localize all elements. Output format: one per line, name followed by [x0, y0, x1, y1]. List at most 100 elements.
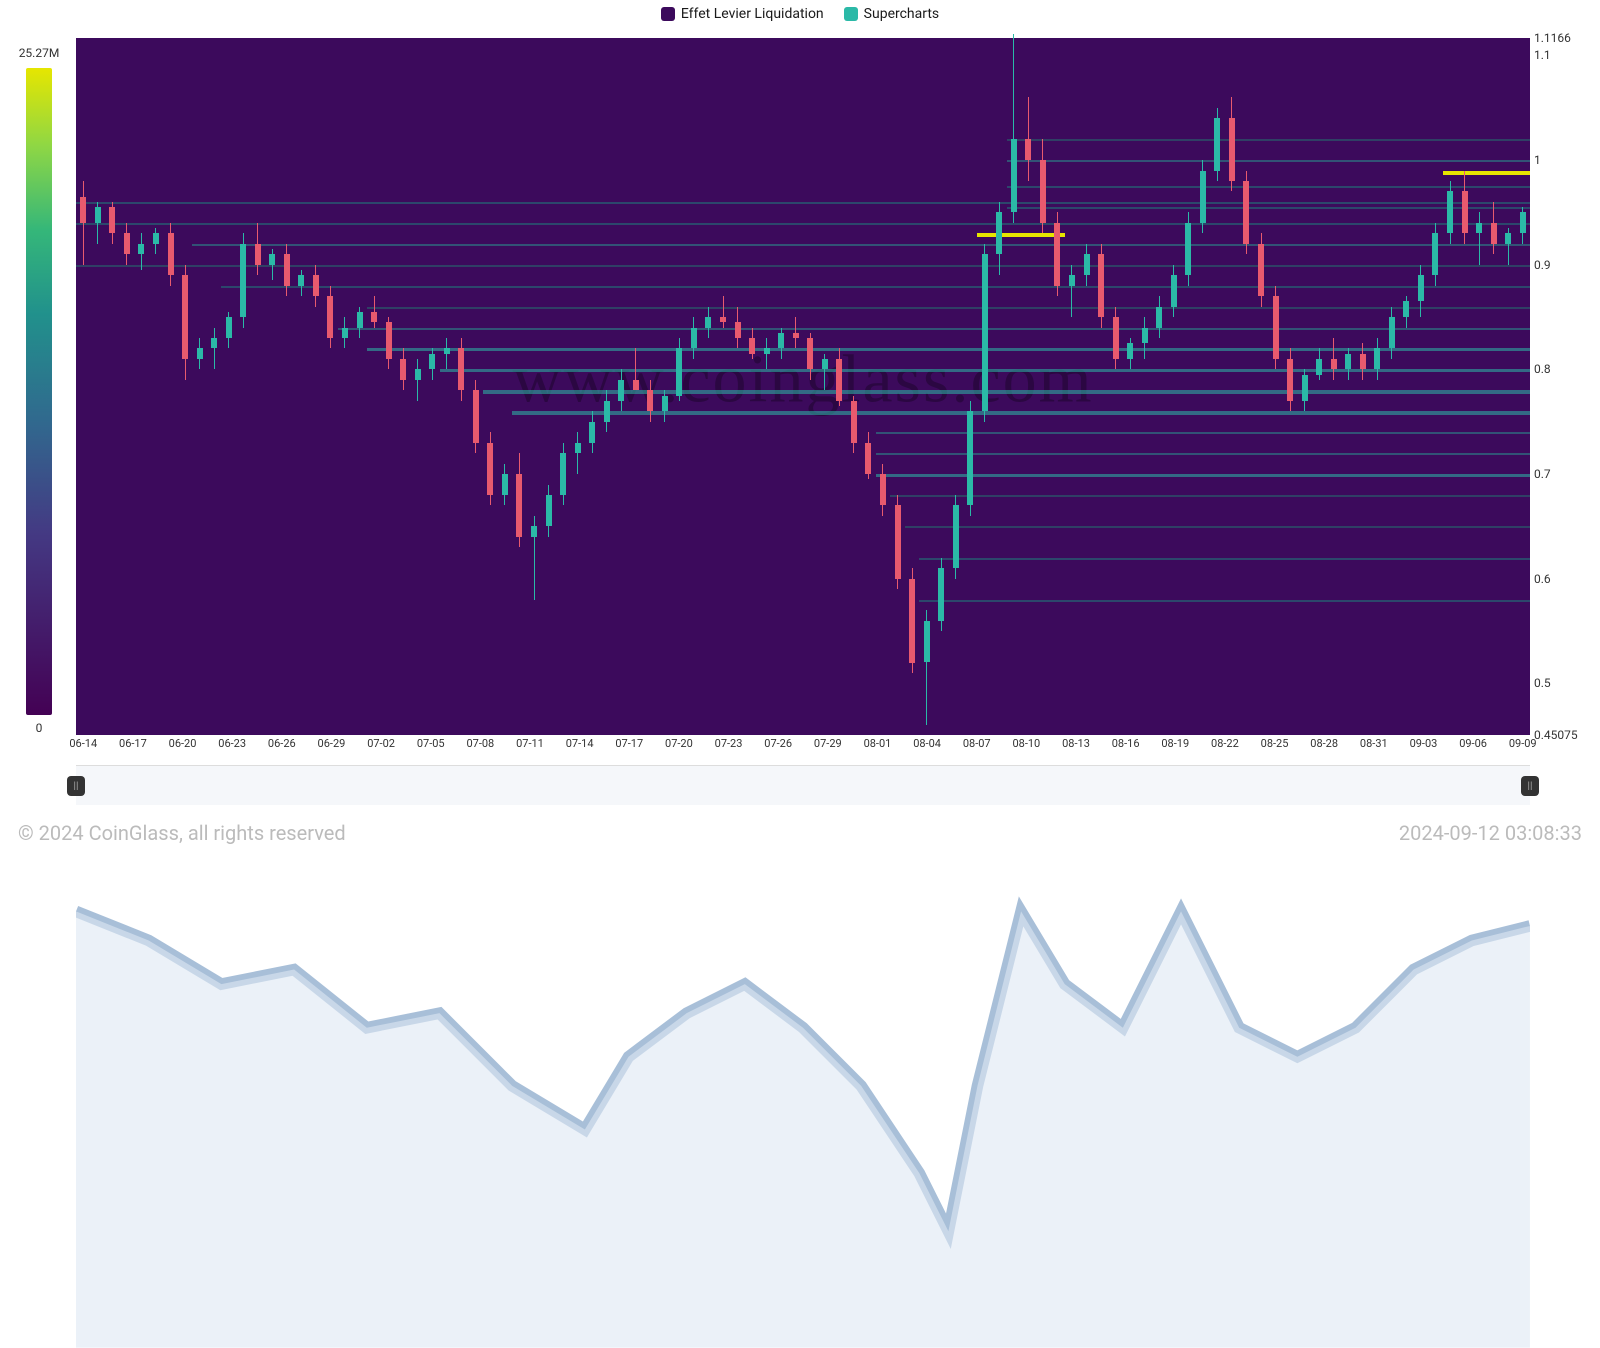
- candle: [1200, 38, 1206, 735]
- candle: [197, 38, 203, 735]
- candle: [1476, 38, 1482, 735]
- heatmap-band: [367, 307, 1530, 309]
- x-tick: 07-05: [417, 737, 445, 750]
- price-y-axis: 1.11661.110.90.80.70.60.50.45075: [1530, 38, 1600, 735]
- candle: [720, 38, 726, 735]
- candle: [226, 38, 232, 735]
- candle: [487, 38, 493, 735]
- colorbar-gradient: [26, 68, 52, 715]
- candle: [1302, 38, 1308, 735]
- candle: [546, 38, 552, 735]
- x-tick: 07-23: [715, 737, 743, 750]
- x-tick: 08-19: [1161, 737, 1189, 750]
- candle: [458, 38, 464, 735]
- candle: [444, 38, 450, 735]
- candle: [575, 38, 581, 735]
- candle: [313, 38, 319, 735]
- candle: [676, 38, 682, 735]
- heatmap-band: [483, 390, 1530, 394]
- candle: [851, 38, 857, 735]
- x-tick: 09-09: [1509, 737, 1537, 750]
- x-tick: 08-22: [1211, 737, 1239, 750]
- main-chart-canvas[interactable]: www.coinglass.com: [76, 38, 1530, 735]
- candle: [1520, 38, 1526, 735]
- candle: [924, 38, 930, 735]
- candle: [1127, 38, 1133, 735]
- x-tick: 08-01: [864, 737, 892, 750]
- candle: [400, 38, 406, 735]
- candle: [793, 38, 799, 735]
- x-tick: 08-04: [913, 737, 941, 750]
- candle: [473, 38, 479, 735]
- candle: [168, 38, 174, 735]
- candle: [880, 38, 886, 735]
- candle: [516, 38, 522, 735]
- candle: [618, 38, 624, 735]
- heatmap-band: [1443, 171, 1530, 175]
- candle: [284, 38, 290, 735]
- candle: [298, 38, 304, 735]
- candle: [633, 38, 639, 735]
- x-tick: 06-29: [318, 737, 346, 750]
- candle: [1258, 38, 1264, 735]
- x-tick: 07-02: [367, 737, 395, 750]
- y-tick: 1.1166: [1534, 31, 1571, 45]
- candle: [386, 38, 392, 735]
- candle: [1025, 38, 1031, 735]
- heatmap-band: [76, 223, 1530, 225]
- x-tick: 07-17: [615, 737, 643, 750]
- candle: [822, 38, 828, 735]
- candle: [1229, 38, 1235, 735]
- candle: [1185, 38, 1191, 735]
- candle: [269, 38, 275, 735]
- candle: [1098, 38, 1104, 735]
- candle: [953, 38, 959, 735]
- heatmap-band: [76, 265, 1530, 267]
- x-tick: 08-31: [1360, 737, 1388, 750]
- candle: [138, 38, 144, 735]
- navigator-handle-left[interactable]: ||: [67, 776, 85, 796]
- candle: [967, 38, 973, 735]
- candle: [589, 38, 595, 735]
- candle: [429, 38, 435, 735]
- candle: [1374, 38, 1380, 735]
- x-tick: 07-14: [566, 737, 594, 750]
- x-tick: 06-17: [119, 737, 147, 750]
- candle: [1214, 38, 1220, 735]
- candle: [1069, 38, 1075, 735]
- x-tick: 07-29: [814, 737, 842, 750]
- candle: [1142, 38, 1148, 735]
- candle: [1113, 38, 1119, 735]
- candle: [80, 38, 86, 735]
- candle: [982, 38, 988, 735]
- candle: [1403, 38, 1409, 735]
- candle: [764, 38, 770, 735]
- colorbar-min: 0: [10, 721, 68, 735]
- candle: [1273, 38, 1279, 735]
- candle: [938, 38, 944, 735]
- x-tick: 08-13: [1062, 737, 1090, 750]
- candle: [691, 38, 697, 735]
- candle: [502, 38, 508, 735]
- candle: [1491, 38, 1497, 735]
- y-tick: 0.8: [1534, 362, 1551, 376]
- candle: [1432, 38, 1438, 735]
- navigator-handle-right[interactable]: ||: [1521, 776, 1539, 796]
- y-tick: 0.45075: [1534, 728, 1578, 742]
- candle: [1345, 38, 1351, 735]
- x-tick: 08-10: [1012, 737, 1040, 750]
- candle: [705, 38, 711, 735]
- navigator-sparkline: [76, 766, 1530, 1348]
- candle: [1054, 38, 1060, 735]
- legend-label-1: Effet Levier Liquidation: [681, 6, 824, 22]
- candle: [1462, 38, 1468, 735]
- legend-item-supercharts[interactable]: Supercharts: [844, 6, 939, 22]
- x-tick: 09-06: [1459, 737, 1487, 750]
- y-tick: 0.7: [1534, 467, 1551, 481]
- candle: [909, 38, 915, 735]
- legend-item-liquidation[interactable]: Effet Levier Liquidation: [661, 6, 824, 22]
- candle: [778, 38, 784, 735]
- range-navigator[interactable]: || ||: [76, 765, 1530, 805]
- candle: [240, 38, 246, 735]
- candle: [996, 38, 1002, 735]
